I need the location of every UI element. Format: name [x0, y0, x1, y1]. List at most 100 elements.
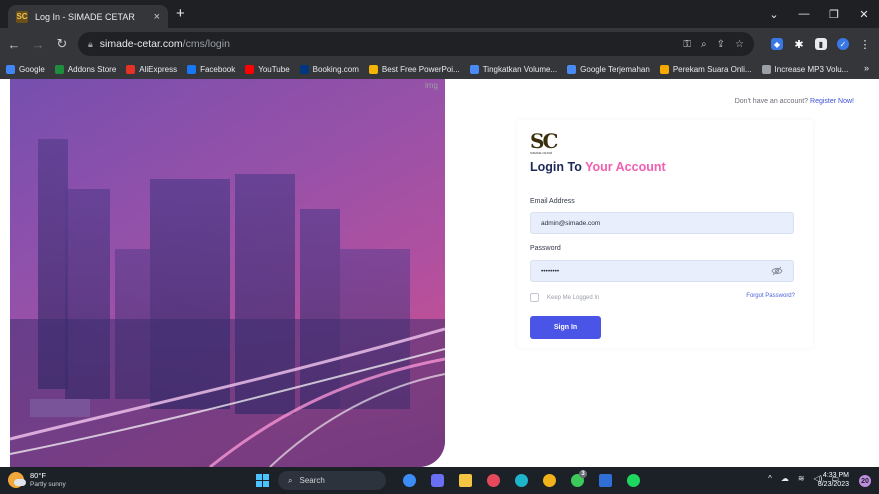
weather-description: Partly sunny: [30, 481, 66, 488]
taskbar-meet-icon[interactable]: [428, 471, 447, 490]
window-close-icon[interactable]: ✕: [849, 8, 879, 21]
password-field[interactable]: ••••••••: [530, 260, 794, 282]
bookmark-item[interactable]: YouTube: [245, 65, 290, 74]
bookmark-favicon-icon: [659, 65, 669, 74]
menu-kebab-icon[interactable]: ⋮: [859, 38, 871, 51]
wifi-icon[interactable]: ≋: [798, 474, 805, 483]
whatsapp-badge: 3: [579, 470, 587, 478]
bookmark-item[interactable]: Addons Store: [54, 65, 117, 74]
taskbar-clock[interactable]: 4:33 PM 8/23/2023: [818, 471, 849, 489]
window-controls: ⌄ — ❐ ✕: [759, 0, 879, 28]
address-bar[interactable]: 🔒︎ simade-cetar.com /cms/login ⚿ ⌕ ⇪ ☆: [78, 32, 754, 56]
password-value: ••••••••: [541, 267, 560, 275]
tray-app-icon[interactable]: ☁: [781, 474, 789, 483]
password-label: Password: [530, 245, 561, 252]
minimize-icon[interactable]: —: [789, 8, 819, 20]
logo-subtitle: SIMADE CETAR: [530, 151, 553, 155]
browser-tab-active[interactable]: SC Log In - SIMADE CETAR ×: [8, 5, 168, 28]
taskbar-edge-icon[interactable]: [512, 471, 531, 490]
forward-icon[interactable]: →: [28, 37, 48, 52]
zoom-icon[interactable]: ⌕: [701, 39, 707, 50]
bookmark-favicon-icon: [245, 65, 255, 74]
taskbar-store-icon[interactable]: [484, 471, 503, 490]
bookmark-item[interactable]: Tingkatkan Volume...: [469, 65, 558, 74]
tray-overflow-icon[interactable]: ^: [768, 474, 772, 483]
site-logo: SC SIMADE CETAR: [530, 129, 558, 155]
bookmarks-overflow-icon[interactable]: »: [864, 63, 869, 73]
bookmark-item[interactable]: Best Free PowerPoi...: [368, 65, 460, 74]
bookmark-item[interactable]: Facebook: [187, 65, 235, 74]
weather-text: 80°F Partly sunny: [30, 471, 66, 489]
title-text: Login To: [530, 160, 586, 174]
notification-center-badge[interactable]: 20: [859, 475, 871, 487]
email-field[interactable]: admin@simade.com: [530, 212, 794, 234]
register-link[interactable]: Register Now!: [810, 98, 854, 105]
bookmark-favicon-icon: [6, 65, 15, 74]
remember-me-label: Keep Me Logged In: [547, 294, 600, 301]
email-value: admin@simade.com: [541, 219, 601, 227]
partly-sunny-icon: [8, 472, 26, 488]
site-favicon-icon: SC: [16, 10, 28, 23]
bookmark-label: YouTube: [258, 65, 290, 74]
bookmark-label: Google Terjemahan: [580, 65, 650, 74]
lock-icon[interactable]: 🔒︎: [88, 39, 93, 50]
weather-temperature: 80°F: [30, 471, 46, 480]
bookmark-favicon-icon: [54, 65, 64, 74]
sign-in-button[interactable]: Sign In: [530, 316, 601, 339]
extension-shield-icon[interactable]: ◆: [771, 38, 783, 50]
bookmark-item[interactable]: Increase MP3 Volu...: [761, 65, 848, 74]
remember-me: Keep Me Logged In: [530, 293, 599, 302]
profile-avatar-icon[interactable]: ✓: [837, 38, 849, 50]
taskbar-search-label: Search: [299, 476, 325, 485]
bookmark-label: Tingkatkan Volume...: [482, 65, 558, 74]
reload-icon[interactable]: ↻: [52, 36, 72, 52]
windows-start-icon[interactable]: [256, 474, 269, 487]
bookmark-star-icon[interactable]: ☆: [735, 39, 744, 50]
extensions-puzzle-icon[interactable]: ✱: [793, 38, 805, 51]
password-key-icon[interactable]: ⚿: [683, 39, 691, 50]
page-title: Login To Your Account: [530, 160, 666, 174]
taskbar-copilot-icon[interactable]: [400, 471, 419, 490]
bookmark-label: Booking.com: [312, 65, 359, 74]
taskbar-spotify-icon[interactable]: [624, 471, 643, 490]
tab-close-icon[interactable]: ×: [154, 11, 160, 23]
toggle-password-visibility-icon[interactable]: [771, 266, 783, 276]
logo-mark: SC: [530, 129, 558, 153]
bookmark-item[interactable]: Booking.com: [299, 65, 359, 74]
city-skyline-illustration: [10, 79, 445, 467]
bookmark-label: Best Free PowerPoi...: [381, 65, 460, 74]
bookmark-favicon-icon: [126, 65, 136, 74]
taskbar-whatsapp-icon[interactable]: 3: [568, 470, 587, 490]
taskbar-file-explorer-icon[interactable]: [456, 471, 475, 490]
omnibox-actions: ⚿ ⌕ ⇪ ☆: [683, 32, 744, 56]
bookmark-item[interactable]: Google Terjemahan: [567, 65, 650, 74]
back-icon[interactable]: ←: [4, 37, 24, 52]
url-path: /cms/login: [182, 38, 230, 50]
bookmarks-bar: Google Addons Store AliExpress Facebook YouT…: [0, 60, 879, 79]
os-taskbar: 80°F Partly sunny ⌕ Search 3 ^ ☁ ≋ ◁) ▭ …: [0, 467, 879, 494]
tab-title: Log In - SIMADE CETAR: [35, 11, 135, 22]
bookmark-label: AliExpress: [139, 65, 178, 74]
bookmark-item[interactable]: Perekam Suara Onli...: [659, 65, 752, 74]
taskbar-word-icon[interactable]: [596, 471, 615, 490]
bookmark-item[interactable]: Google: [6, 65, 45, 74]
taskbar-apps: 3: [400, 470, 643, 490]
page-viewport: img Don't have an account? Register Now!…: [0, 79, 879, 467]
weather-widget[interactable]: 80°F Partly sunny: [8, 471, 66, 489]
bookmark-favicon-icon: [299, 65, 309, 74]
register-prompt: Don't have an account? Register Now!: [735, 98, 854, 105]
bookmark-label: Addons Store: [67, 65, 117, 74]
share-icon[interactable]: ⇪: [717, 39, 725, 50]
bookmark-favicon-icon: [567, 65, 577, 74]
taskbar-chrome-icon[interactable]: [540, 471, 559, 490]
taskbar-search[interactable]: ⌕ Search: [278, 471, 386, 490]
bookmark-item[interactable]: AliExpress: [126, 65, 177, 74]
remember-me-checkbox[interactable]: [530, 293, 539, 302]
maximize-icon[interactable]: ❐: [819, 8, 849, 21]
tab-search-icon[interactable]: ⌄: [759, 8, 789, 21]
side-panel-icon[interactable]: ▮: [815, 38, 827, 50]
new-tab-button[interactable]: +: [176, 6, 185, 22]
bookmark-favicon-icon: [469, 65, 479, 74]
forgot-password-link[interactable]: Forgot Password?: [746, 293, 795, 299]
bookmark-label: Google: [19, 65, 45, 74]
